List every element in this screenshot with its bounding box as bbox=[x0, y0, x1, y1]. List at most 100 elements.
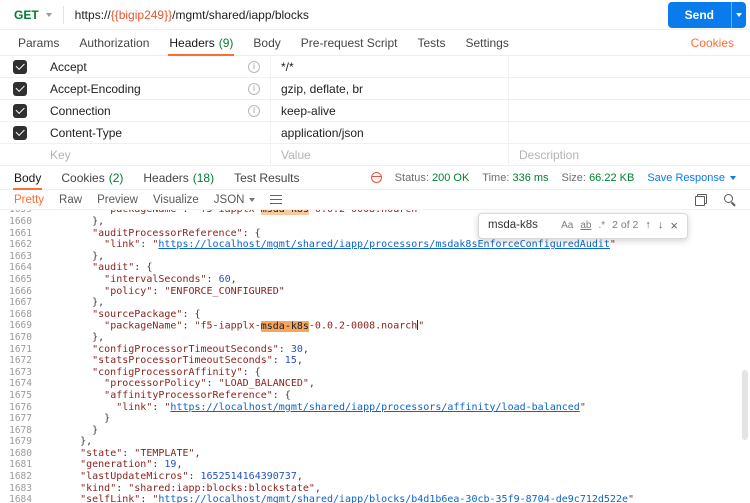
response-view-toolbar: Pretty Raw Preview Visualize JSON bbox=[0, 190, 750, 210]
url-bar: GET https://{{bigip249}}/mgmt/shared/iap… bbox=[0, 0, 750, 30]
send-label: Send bbox=[684, 7, 714, 22]
code-line: 1682 "lastUpdateMicros": 165251416439073… bbox=[9, 471, 303, 483]
code-line: 1662 "link": "https://localhost/mgmt/sha… bbox=[9, 239, 616, 251]
match-counter: 2 of 2 bbox=[612, 219, 639, 232]
header-value-cell[interactable]: */* bbox=[270, 56, 508, 77]
method-label: GET bbox=[14, 7, 39, 22]
send-button-group: Send bbox=[667, 1, 746, 28]
tab-headers[interactable]: Headers (9) bbox=[159, 30, 243, 56]
tab-authorization[interactable]: Authorization bbox=[69, 30, 159, 55]
method-selector[interactable]: GET bbox=[14, 8, 52, 22]
header-key-cell[interactable]: Key bbox=[40, 144, 270, 165]
code-line: 1672 "statsProcessorTimeoutSeconds": 15, bbox=[9, 355, 303, 367]
format-dropdown[interactable]: JSON bbox=[214, 194, 256, 206]
match-case-toggle[interactable]: Aa bbox=[561, 220, 573, 232]
header-key-cell[interactable]: Content-Type bbox=[40, 122, 270, 143]
header-description-cell[interactable] bbox=[508, 122, 750, 143]
checkbox-checked[interactable] bbox=[13, 103, 27, 118]
vertical-scrollbar[interactable] bbox=[742, 370, 748, 440]
chevron-down-icon bbox=[730, 175, 736, 180]
view-tab-visualize[interactable]: Visualize bbox=[153, 194, 199, 206]
close-icon[interactable]: × bbox=[670, 219, 678, 232]
header-key-cell[interactable]: Accept-Encoding i bbox=[40, 78, 270, 99]
headers-table: Accept i */* Accept-Encoding i gzip, def… bbox=[0, 56, 750, 166]
tab-pre-request-script[interactable]: Pre-request Script bbox=[291, 30, 408, 55]
code-lines: 1659 "packageName": "f5-iapplx-msda-k8s-… bbox=[0, 210, 750, 503]
find-next-button[interactable]: ↓ bbox=[658, 220, 664, 232]
code-line: 1681 "generation": 19, bbox=[9, 459, 183, 471]
url-input[interactable]: https://{{bigip249}}/mgmt/shared/iapp/bl… bbox=[75, 8, 660, 22]
view-tab-pretty[interactable]: Pretty bbox=[14, 194, 44, 206]
info-icon[interactable]: i bbox=[248, 104, 260, 117]
header-value-cell[interactable]: application/json bbox=[270, 122, 508, 143]
info-icon[interactable]: i bbox=[248, 82, 260, 95]
header-key: Accept bbox=[50, 59, 87, 74]
divider bbox=[62, 5, 64, 24]
tab-params[interactable]: Params bbox=[8, 30, 69, 55]
code-line: 1667 }, bbox=[9, 297, 105, 309]
code-line: 1677 } bbox=[9, 413, 111, 425]
response-bar: Body Cookies (2) Headers (18) Test Results… bbox=[0, 166, 750, 190]
wrap-text-icon[interactable] bbox=[270, 195, 283, 204]
header-value-cell[interactable]: gzip, deflate, br bbox=[270, 78, 508, 99]
send-options-button[interactable] bbox=[731, 1, 746, 28]
response-tab-headers[interactable]: Headers (18) bbox=[133, 166, 224, 189]
response-tab-cookies[interactable]: Cookies (2) bbox=[51, 166, 133, 189]
tab-tests[interactable]: Tests bbox=[407, 30, 455, 55]
code-line: 1674 "processorPolicy": "LOAD_BALANCED", bbox=[9, 378, 315, 390]
header-description-cell[interactable]: Description bbox=[508, 144, 750, 165]
size-label: Size: bbox=[561, 171, 586, 184]
tab-body[interactable]: Body bbox=[243, 30, 290, 55]
headers-count-badge: (9) bbox=[218, 35, 234, 50]
header-description-cell[interactable] bbox=[508, 78, 750, 99]
request-tabs: Params Authorization Headers (9) Body Pre… bbox=[0, 30, 750, 56]
url-prefix: https:// bbox=[74, 7, 111, 22]
code-line: 1669 "packageName": "f5-iapplx-msda-k8s-… bbox=[9, 320, 425, 332]
cookies-count-badge: (2) bbox=[108, 170, 124, 185]
header-row: Accept-Encoding i gzip, deflate, br bbox=[0, 78, 750, 100]
response-tab-body[interactable]: Body bbox=[4, 166, 51, 190]
header-row: Accept i */* bbox=[0, 56, 750, 78]
copy-icon[interactable] bbox=[695, 193, 707, 206]
code-line: 1684 "selfLink": "https://localhost/mgmt… bbox=[9, 494, 635, 503]
size-value: 66.22 KB bbox=[589, 171, 635, 184]
code-line: 1663 }, bbox=[9, 250, 105, 262]
header-key: Accept-Encoding bbox=[50, 81, 141, 96]
code-line: 1666 "policy": "ENFORCE_CONFIGURED" bbox=[9, 285, 285, 297]
header-row-placeholder: Key Value Description bbox=[0, 144, 750, 166]
info-icon[interactable]: i bbox=[248, 60, 260, 73]
header-value-cell[interactable]: Value bbox=[270, 144, 508, 165]
code-line: 1673 "configProcessorAffinity": { bbox=[9, 366, 261, 378]
checkbox-checked[interactable] bbox=[13, 81, 27, 96]
chevron-down-icon bbox=[736, 12, 742, 17]
response-tab-test-results[interactable]: Test Results bbox=[224, 166, 309, 189]
search-icon[interactable] bbox=[723, 193, 736, 206]
find-input[interactable]: msda-k8s bbox=[488, 220, 554, 232]
response-meta: Status: 200 OK Time: 336 ms Size: 66.22 … bbox=[370, 166, 750, 189]
checkbox-checked[interactable] bbox=[13, 59, 27, 74]
tab-settings[interactable]: Settings bbox=[456, 30, 519, 55]
response-body-viewer[interactable]: 1659 "packageName": "f5-iapplx-msda-k8s-… bbox=[0, 210, 750, 503]
code-line: 1664 "audit": { bbox=[9, 262, 153, 274]
header-description-cell[interactable] bbox=[508, 100, 750, 121]
header-description-cell[interactable] bbox=[508, 56, 750, 77]
send-button[interactable]: Send bbox=[667, 1, 731, 28]
code-line: 1680 "state": "TEMPLATE", bbox=[9, 447, 201, 459]
header-key-cell[interactable]: Accept i bbox=[40, 56, 270, 77]
code-line: 1678 } bbox=[9, 424, 99, 436]
view-tab-preview[interactable]: Preview bbox=[97, 194, 138, 206]
header-key-cell[interactable]: Connection i bbox=[40, 100, 270, 121]
cookies-link[interactable]: Cookies bbox=[691, 30, 750, 55]
code-line: 1670 }, bbox=[9, 331, 105, 343]
save-response-button[interactable]: Save Response bbox=[647, 172, 736, 184]
chevron-down-icon bbox=[45, 12, 52, 17]
view-tab-raw[interactable]: Raw bbox=[59, 194, 82, 206]
header-value-cell[interactable]: keep-alive bbox=[270, 100, 508, 121]
checkbox-checked[interactable] bbox=[13, 125, 27, 140]
find-previous-button[interactable]: ↑ bbox=[645, 220, 651, 232]
code-line: 1683 "kind": "shared:iapp:blocks:blockst… bbox=[9, 482, 321, 494]
toolbar-right-icons bbox=[695, 193, 736, 206]
whole-word-toggle[interactable]: ab bbox=[580, 220, 591, 232]
regex-toggle[interactable]: .* bbox=[598, 220, 605, 232]
network-warning-icon[interactable] bbox=[370, 172, 382, 183]
